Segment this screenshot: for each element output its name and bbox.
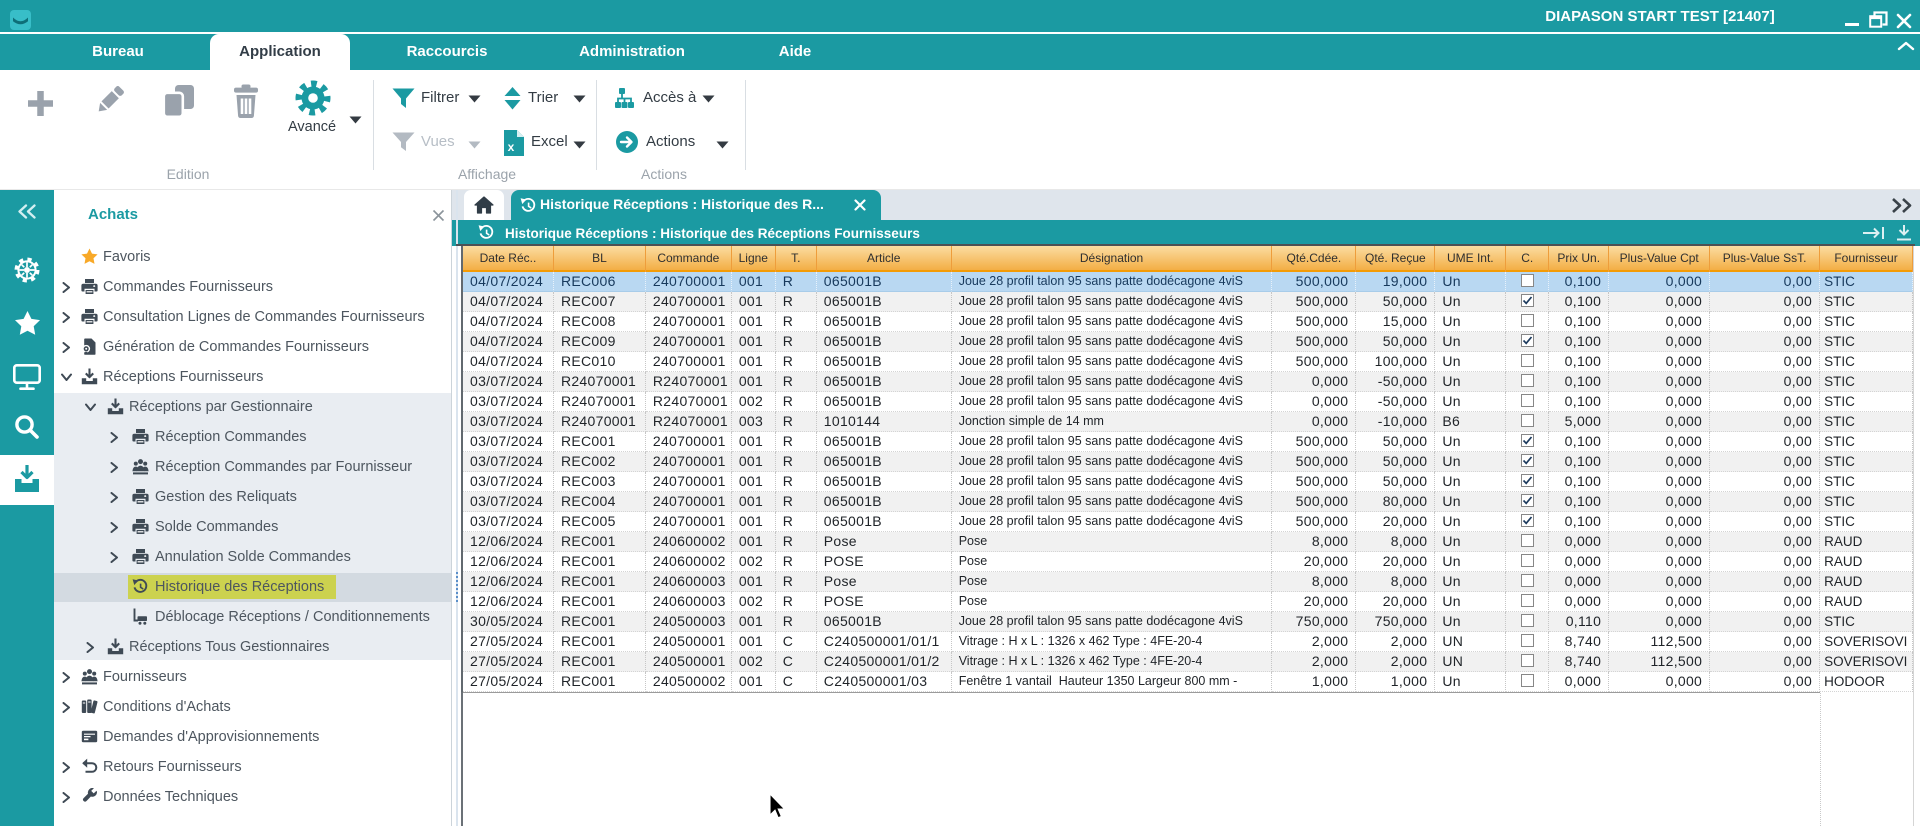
svg-text:x: x: [508, 140, 515, 154]
